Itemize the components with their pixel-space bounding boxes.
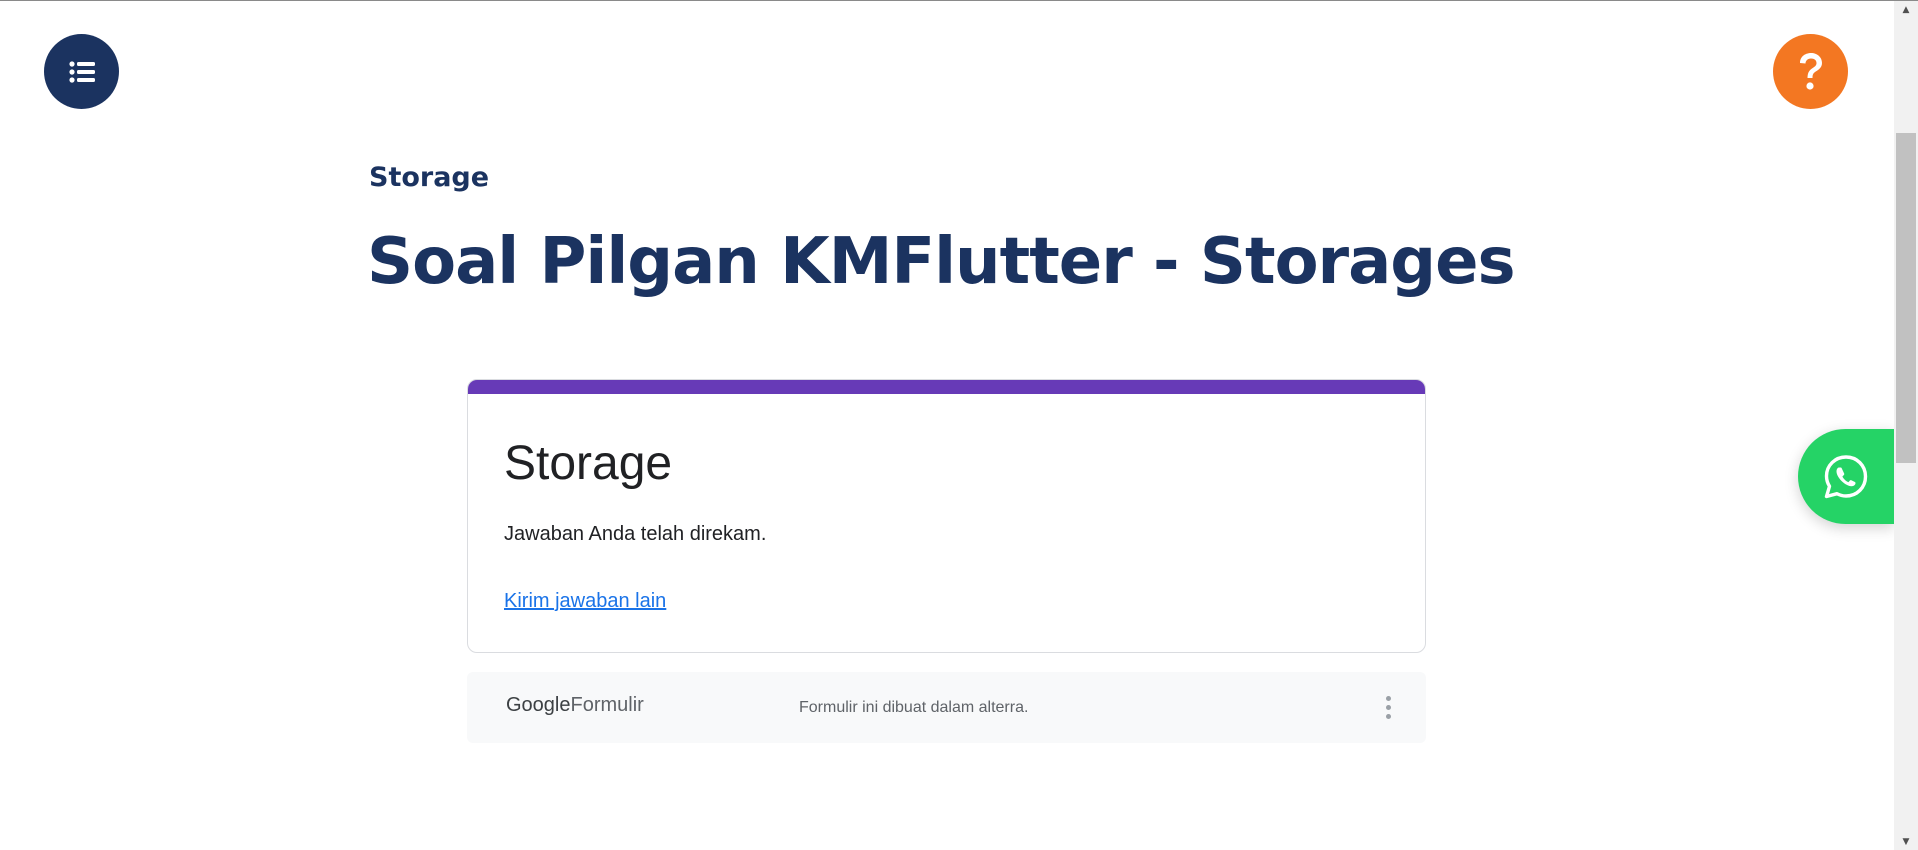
top-border bbox=[0, 0, 1918, 1]
more-vertical-icon[interactable] bbox=[1381, 692, 1395, 722]
submit-another-response-link[interactable]: Kirim jawaban lain bbox=[504, 590, 666, 613]
scroll-down-arrow-icon[interactable]: ▼ bbox=[1894, 833, 1918, 850]
scrollbar-thumb[interactable] bbox=[1896, 133, 1916, 463]
article-category: Storage bbox=[369, 162, 490, 193]
whatsapp-button[interactable] bbox=[1798, 429, 1894, 524]
form-response-card: Storage Jawaban Anda telah direkam. Kiri… bbox=[467, 379, 1426, 653]
whatsapp-icon bbox=[1824, 454, 1868, 498]
list-icon bbox=[68, 60, 95, 83]
help-button[interactable] bbox=[1773, 34, 1848, 109]
google-forms-logo[interactable]: GoogleFormulir bbox=[506, 694, 644, 717]
page-title: Soal Pilgan KMFlutter - Storages bbox=[367, 225, 1516, 299]
form-title: Storage bbox=[504, 437, 673, 490]
form-footer: GoogleFormulir Formulir ini dibuat dalam… bbox=[467, 672, 1426, 743]
scroll-up-arrow-icon[interactable]: ▲ bbox=[1894, 1, 1918, 18]
vertical-scrollbar[interactable]: ▲ ▼ bbox=[1894, 1, 1918, 850]
form-confirmation-message: Jawaban Anda telah direkam. bbox=[504, 523, 767, 545]
form-footer-note: Formulir ini dibuat dalam alterra. bbox=[799, 699, 1029, 716]
question-mark-icon bbox=[1799, 52, 1822, 90]
card-accent-bar bbox=[468, 380, 1425, 394]
page: Storage Soal Pilgan KMFlutter - Storages… bbox=[0, 0, 1918, 850]
google-wordmark: Google bbox=[506, 694, 571, 716]
menu-button[interactable] bbox=[44, 34, 119, 109]
forms-wordmark: Formulir bbox=[570, 694, 644, 716]
